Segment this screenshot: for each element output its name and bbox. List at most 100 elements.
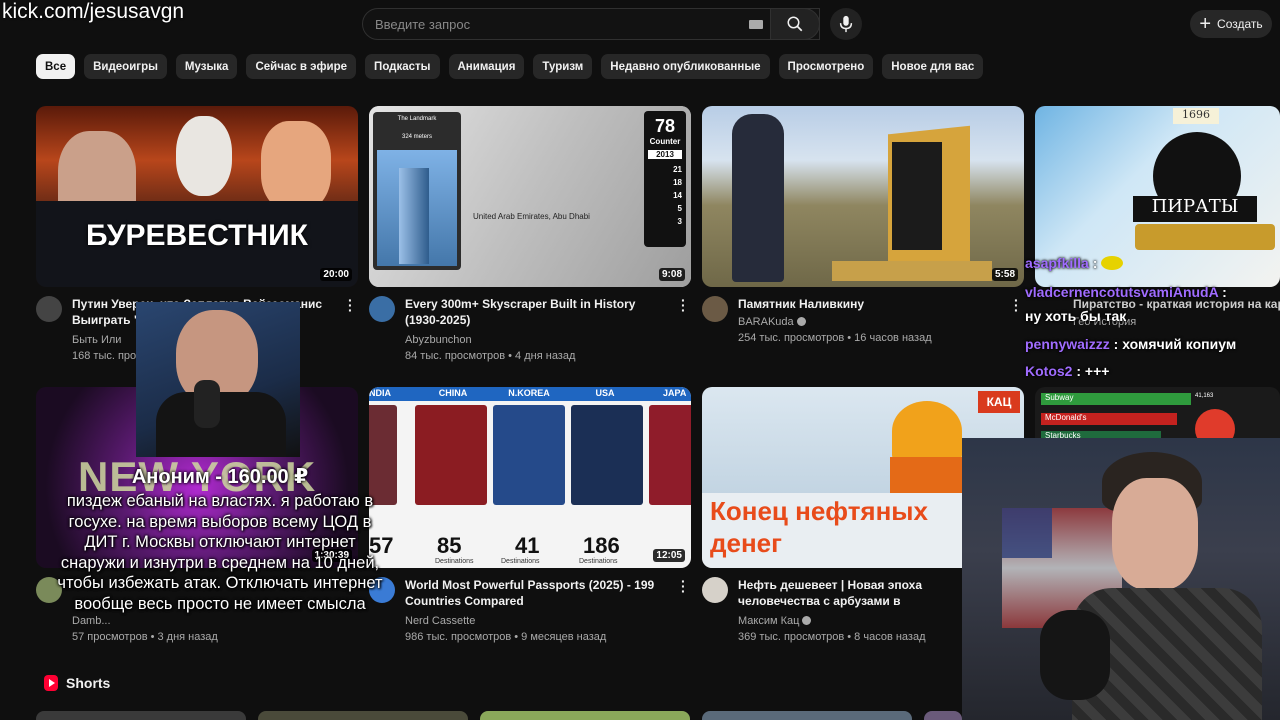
donation-image [136,302,300,457]
channel-name[interactable]: BARAKuda [738,314,806,330]
chip-live[interactable]: Сейчас в эфире [246,54,357,79]
short-thumbnail[interactable] [480,711,690,720]
more-options-icon[interactable]: · · · [348,293,353,317]
landmark-name: The Landmark [397,116,437,122]
chip-podcasts[interactable]: Подкасты [365,54,440,79]
destinations-count: 41 [515,533,540,558]
country-label: USA [595,388,615,398]
video-meta: 369 тыс. просмотров • 8 часов назад [738,631,926,643]
channel-name[interactable]: Damb... [72,613,111,629]
channel-avatar[interactable] [369,296,395,322]
chip-music[interactable]: Музыка [175,54,238,79]
rank-value: 41,163 [1195,393,1214,399]
channel-name[interactable]: Максим Кац [738,613,812,629]
mic-icon [839,15,853,33]
counter-number: 78 [654,116,676,136]
country-label: NDIA [369,388,391,398]
rank-label: McDonald's [1045,413,1087,422]
video-thumbnail[interactable]: 5:58 [702,106,1024,287]
more-options-icon[interactable]: · · · [681,574,686,598]
channel-avatar[interactable] [702,296,728,322]
chip-games[interactable]: Видеоигры [84,54,167,79]
shorts-icon [44,675,58,691]
chip-tourism[interactable]: Туризм [533,54,593,79]
chip-new-for-you[interactable]: Новое для вас [882,54,984,79]
counter-value: 14 [673,191,682,200]
thumbnail-caption: ПИРАТЫ [1133,196,1257,222]
video-meta: 986 тыс. просмотров • 9 месяцев назад [405,631,607,643]
thumbnail-caption: БУРЕВЕСТНИК [86,219,308,252]
short-thumbnail[interactable] [258,711,468,720]
search-button[interactable] [770,8,820,40]
video-meta: 84 тыс. просмотров • 4 дня назад [405,350,576,362]
shorts-title: Shorts [66,675,111,691]
video-title[interactable]: Памятник Наливкину [738,296,1006,312]
chip-animation[interactable]: Анимация [448,54,525,79]
streamer-webcam [962,438,1280,720]
country-label: N.KOREA [508,388,550,398]
video-thumbnail[interactable]: The Landmark 324 meters United Arab Emir… [369,106,691,287]
thumbnail-caption: Конец нефтяных денег [710,496,928,558]
chip-all[interactable]: Все [36,54,76,79]
chip-watched[interactable]: Просмотрено [778,54,874,79]
duration-badge: 12:05 [653,549,685,562]
video-title[interactable]: World Most Powerful Passports (2025) - 1… [405,577,673,609]
duration-badge: 9:08 [658,268,685,281]
plus-icon: + [1199,13,1212,35]
duration-badge: 5:58 [991,268,1018,281]
verified-icon [802,616,812,625]
short-thumbnail[interactable] [924,711,962,720]
channel-avatar[interactable] [36,296,62,322]
destinations-label: Destinations [579,558,618,565]
destinations-label: Destinations [501,558,540,565]
chat-message: ну хоть бы так [1025,308,1127,324]
more-options-icon[interactable]: · · · [1014,293,1019,317]
destinations-count: 85 [437,533,462,558]
duration-badge: 20:00 [320,268,352,281]
short-thumbnail[interactable] [36,711,246,720]
channel-name[interactable]: Abyzbunchon [405,332,472,348]
search-box[interactable] [362,8,820,40]
shorts-shelf-header[interactable]: Shorts [44,675,110,691]
destinations-label: Destinations [435,558,474,565]
channel-badge: КАЦ [978,391,1020,413]
voice-search-button[interactable] [830,8,862,40]
counter-label: Counter [649,137,681,146]
counter-value: 18 [673,178,682,187]
search-icon [787,16,803,32]
search-input[interactable] [363,9,733,39]
channel-avatar[interactable] [702,577,728,603]
donation-message: пиздеж ебаный на властях. я работаю в го… [57,492,383,613]
chat-message: pennywaizzz : хомячий копиум [1025,336,1237,352]
create-label: Создать [1217,17,1263,31]
chat-message: Kotos2 : +++ [1025,363,1110,379]
map-label: United Arab Emirates, Abu Dhabi [473,212,590,221]
chat-message: vladcernencotutsvamiAnudA : [1025,284,1227,300]
map-year: 1696 [1173,108,1219,124]
destinations-count: 186 [583,533,620,558]
counter-value: 3 [677,217,682,226]
video-meta: 254 тыс. просмотров • 16 часов назад [738,332,932,344]
chip-recent[interactable]: Недавно опубликованные [601,54,770,79]
verified-icon [796,317,806,326]
keyboard-icon[interactable] [749,20,763,29]
channel-name[interactable]: Nerd Cassette [405,613,475,629]
video-title[interactable]: Every 300m+ Skyscraper Built in History … [405,296,673,328]
create-button[interactable]: + Создать [1190,10,1272,38]
country-label: CHINA [438,388,468,398]
counter-value: 5 [677,204,682,213]
landmark-height: 324 meters [401,134,432,140]
country-label: JAPA [663,388,687,398]
video-title[interactable]: Нефть дешевеет | Новая эпоха человечеств… [738,577,964,610]
rank-label: Subway [1045,393,1074,402]
counter-value: 21 [673,165,682,174]
more-options-icon[interactable]: · · · [681,293,686,317]
video-thumbnail[interactable]: БУРЕВЕСТНИК 20:00 [36,106,358,287]
short-thumbnail[interactable] [702,711,912,720]
donation-title: Аноним - 160.00 ₽ [131,466,309,488]
counter-year: 2013 [648,150,682,159]
filter-chips: Все Видеоигры Музыка Сейчас в эфире Подк… [36,54,984,80]
emote-icon [1101,256,1124,270]
video-meta: 57 просмотров • 3 дня назад [72,631,218,643]
channel-name[interactable]: Быть Или [72,332,121,348]
